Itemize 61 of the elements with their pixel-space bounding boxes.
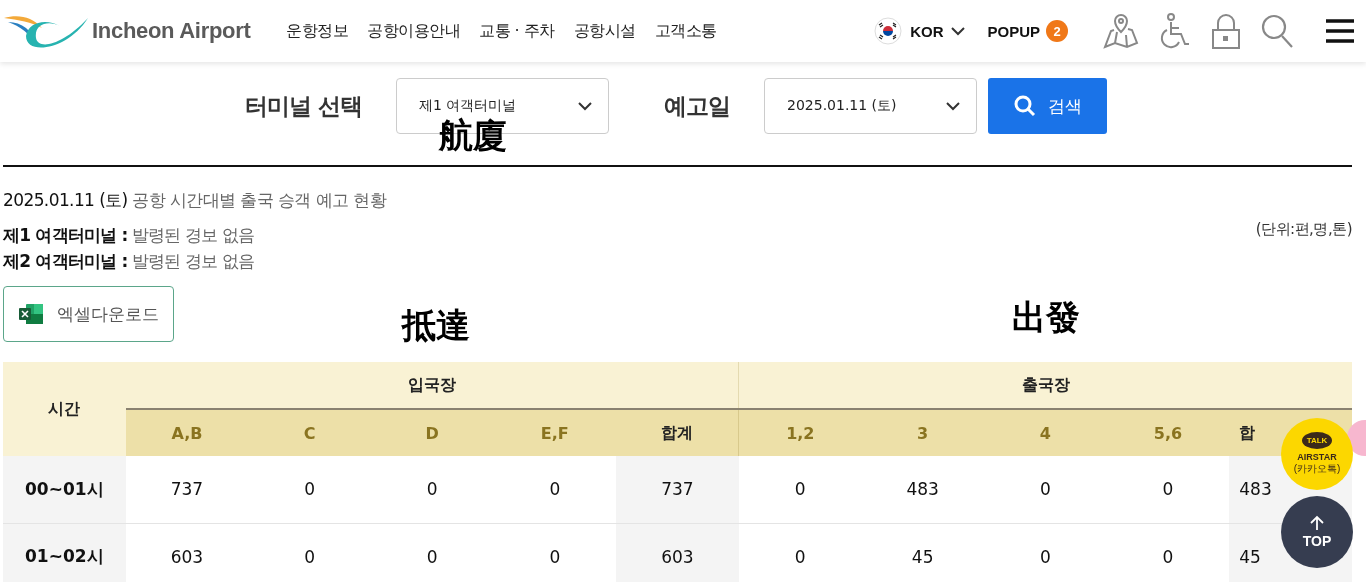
alert-status: 제1 여객터미널 : 발령된 경보 없음 bbox=[3, 224, 255, 247]
table-cell: 0 bbox=[738, 456, 862, 523]
column-header: D bbox=[370, 409, 494, 456]
column-header: 3 bbox=[861, 409, 984, 456]
map-pin-icon[interactable] bbox=[1102, 12, 1140, 50]
chevron-down-icon bbox=[578, 101, 592, 111]
table-cell: 737 bbox=[616, 456, 739, 523]
column-group-header: 입국장 bbox=[125, 362, 739, 409]
table-cell: 0 bbox=[370, 456, 494, 523]
time-cell: 01~02시 bbox=[3, 523, 126, 582]
column-header: 1,2 bbox=[738, 409, 862, 456]
popup-button[interactable]: POPUP 2 bbox=[987, 20, 1068, 42]
spreadsheet-icon bbox=[18, 303, 44, 325]
table-cell: 0 bbox=[493, 523, 617, 582]
flag-icon bbox=[874, 17, 903, 45]
date-select[interactable]: 2025.01.11 (토) bbox=[764, 78, 977, 134]
menu-icon[interactable] bbox=[1326, 18, 1354, 44]
annotation-text: 抵達 bbox=[402, 308, 470, 342]
chevron-down-icon bbox=[946, 101, 960, 111]
table-cell: 603 bbox=[125, 523, 249, 582]
chevron-down-icon bbox=[951, 26, 966, 36]
time-cell: 00~01시 bbox=[3, 456, 126, 523]
nav-link[interactable]: 운항정보 bbox=[286, 20, 348, 42]
table-cell: 0 bbox=[738, 523, 862, 582]
arrow-up-icon bbox=[1309, 515, 1325, 531]
report-title: 2025.01.11 (토) 공항 시간대별 출국 승객 예고 현황 bbox=[3, 189, 388, 212]
column-header: 4 bbox=[984, 409, 1107, 456]
nav-link[interactable]: 고객소통 bbox=[654, 20, 717, 42]
lock-icon[interactable] bbox=[1210, 12, 1242, 50]
column-group-header: 출국장 bbox=[738, 362, 1352, 409]
table-cell: 603 bbox=[616, 523, 739, 582]
column-header: 5,6 bbox=[1106, 409, 1230, 456]
table-cell: 737 bbox=[125, 456, 249, 523]
count-badge: 2 bbox=[1046, 20, 1068, 42]
table-cell: 0 bbox=[248, 456, 371, 523]
nav-link[interactable]: 공항시설 bbox=[573, 20, 636, 42]
alert-status: 제2 여객터미널 : 발령된 경보 없음 bbox=[3, 250, 255, 273]
column-header: C bbox=[248, 409, 371, 456]
excel-download-button[interactable]: 엑셀다운로드 bbox=[3, 286, 174, 342]
wheelchair-icon[interactable] bbox=[1158, 12, 1192, 50]
unit-note: (단위:편,명,톤) bbox=[1255, 220, 1352, 240]
table-cell: 0 bbox=[1106, 523, 1230, 582]
table-cell: 483 bbox=[861, 456, 984, 523]
annotation-text: 出發 bbox=[1012, 300, 1080, 334]
table-cell: 0 bbox=[493, 456, 617, 523]
search-icon bbox=[1013, 95, 1036, 117]
nav-link[interactable]: 교통 · 주차 bbox=[479, 20, 555, 42]
date-label: 예고일 bbox=[664, 91, 730, 121]
table-cell: 0 bbox=[1106, 456, 1230, 523]
talk-badge: TALK bbox=[1302, 432, 1332, 449]
nav-link[interactable]: 공항이용안내 bbox=[367, 20, 460, 42]
search-button[interactable]: 검색 bbox=[988, 78, 1107, 134]
language-select[interactable]: KOR bbox=[874, 17, 966, 45]
terminal-label: 터미널 선택 bbox=[245, 91, 362, 121]
column-header: 시간 bbox=[3, 362, 126, 456]
table-cell: 0 bbox=[984, 456, 1107, 523]
column-header: E,F bbox=[493, 409, 617, 456]
column-header: 합계 bbox=[616, 409, 739, 456]
search-icon[interactable] bbox=[1260, 13, 1294, 49]
logo-text[interactable]: Incheon Airport bbox=[92, 18, 251, 44]
column-header: A,B bbox=[125, 409, 249, 456]
